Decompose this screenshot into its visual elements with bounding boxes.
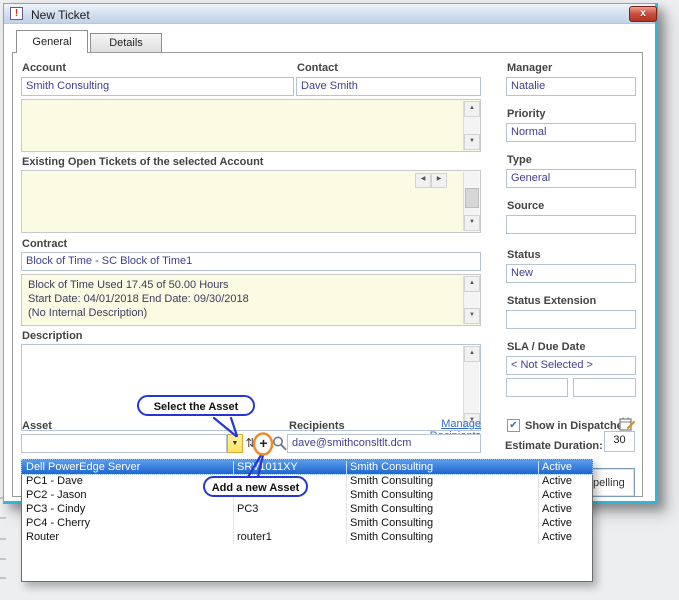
priority-label: Priority	[507, 108, 546, 120]
description-text	[22, 343, 34, 361]
contact-label: Contact	[297, 62, 338, 74]
asset-field[interactable]	[21, 434, 227, 453]
contract-field[interactable]: Block of Time - SC Block of Time1	[21, 252, 481, 271]
description-scrollbar[interactable]: ▲ ▼	[463, 346, 479, 429]
asset-name-cell: PC3 - Cindy	[22, 503, 232, 516]
asset-account-cell: Smith Consulting	[346, 475, 539, 488]
recipients-field[interactable]: dave@smithconsltlt.dcm	[287, 434, 481, 453]
tab-general[interactable]: General	[16, 30, 88, 53]
asset-status-cell: Active	[538, 517, 592, 530]
asset-dropdown-list[interactable]: Dell PowerEdge Server SRV1011XY Smith Co…	[21, 459, 593, 582]
add-asset-callout: Add a new Asset	[203, 476, 308, 497]
contract-info-box[interactable]: Block of Time Used 17.45 of 50.00 Hours …	[21, 274, 481, 326]
asset-status-cell: Active	[538, 475, 592, 488]
select-asset-callout: Select the Asset	[137, 395, 255, 416]
source-label: Source	[507, 200, 544, 212]
estimate-duration-field[interactable]: 30	[604, 431, 635, 452]
tab-details[interactable]: Details	[90, 33, 162, 53]
scroll-right-icon[interactable]: ▶	[431, 173, 447, 188]
asset-serial-cell	[233, 517, 347, 530]
type-field[interactable]: General	[506, 169, 636, 188]
status-field[interactable]: New	[506, 264, 636, 283]
estimate-duration-label: Estimate Duration:	[505, 440, 603, 452]
scroll-down-icon[interactable]: ▼	[464, 215, 480, 231]
asset-name-cell: PC4 - Cherry	[22, 517, 232, 530]
account-notes-text	[22, 98, 34, 116]
background-fragment-tick	[0, 517, 6, 519]
status-extension-field[interactable]	[506, 310, 636, 329]
asset-account-cell: Smith Consulting	[346, 461, 539, 474]
asset-label: Asset	[22, 420, 52, 432]
scroll-down-icon[interactable]: ▼	[464, 134, 480, 150]
scroll-down-icon[interactable]: ▼	[464, 308, 480, 324]
asset-name-cell: PC1 - Dave	[22, 475, 232, 488]
asset-status-cell: Active	[538, 461, 592, 474]
sla-time-field[interactable]	[573, 378, 636, 397]
scroll-up-icon[interactable]: ▲	[464, 276, 480, 292]
asset-account-cell: Smith Consulting	[346, 531, 539, 544]
asset-name-cell: PC2 - Jason	[22, 489, 232, 502]
status-label: Status	[507, 249, 541, 261]
scroll-left-icon[interactable]: ◀	[415, 173, 431, 188]
asset-account-cell: Smith Consulting	[346, 489, 539, 502]
scroll-up-icon[interactable]: ▲	[464, 346, 480, 362]
asset-sort-icon[interactable]: ⇅	[244, 436, 257, 452]
scrollbar-thumb[interactable]	[465, 188, 479, 208]
asset-account-cell: Smith Consulting	[346, 503, 539, 516]
priority-field[interactable]: Normal	[506, 123, 636, 142]
window-title: New Ticket	[31, 8, 90, 22]
account-notes-scrollbar[interactable]: ▲ ▼	[463, 101, 479, 150]
background-fragment-tick	[0, 538, 6, 540]
asset-status-cell: Active	[538, 489, 592, 502]
asset-status-cell: Active	[538, 503, 592, 516]
asset-serial-cell: router1	[233, 531, 347, 544]
asset-name-cell: Router	[22, 531, 232, 544]
account-field[interactable]: Smith Consulting	[21, 77, 294, 96]
sla-date-field[interactable]	[506, 378, 568, 397]
scroll-up-icon[interactable]: ▲	[464, 101, 480, 117]
asset-row-selected[interactable]: Dell PowerEdge Server SRV1011XY Smith Co…	[22, 460, 592, 474]
spelling-button-label: pelling	[593, 477, 625, 489]
description-label: Description	[22, 330, 83, 342]
recipients-label: Recipients	[289, 420, 345, 432]
close-button[interactable]: x	[629, 6, 657, 22]
type-label: Type	[507, 154, 532, 166]
open-tickets-list[interactable]: ◀ ▶ ▼	[21, 170, 481, 233]
asset-search-icon[interactable]	[272, 435, 288, 452]
asset-name-cell: Dell PowerEdge Server	[22, 461, 232, 474]
show-in-dispatcher-checkbox[interactable]: ✔	[507, 419, 520, 432]
open-tickets-scrollbar[interactable]: ▼	[463, 172, 479, 231]
manager-label: Manager	[507, 62, 552, 74]
background-fragment-tick	[0, 558, 6, 560]
contract-info-line1: Block of Time Used 17.45 of 50.00 Hours	[28, 278, 460, 292]
account-notes-box[interactable]: ▲ ▼	[21, 99, 481, 152]
add-asset-button[interactable]: +	[257, 435, 270, 452]
open-tickets-label: Existing Open Tickets of the selected Ac…	[22, 156, 263, 168]
contract-info-line3: (No Internal Description)	[28, 306, 460, 320]
screenshot-root: { "window": { "title": "New Ticket" }, "…	[0, 0, 679, 600]
asset-row[interactable]: Router router1 Smith Consulting Active	[22, 530, 592, 544]
asset-account-cell: Smith Consulting	[346, 517, 539, 530]
asset-serial-cell: PC3	[233, 503, 347, 516]
contract-info-scrollbar[interactable]: ▲ ▼	[463, 276, 479, 324]
sla-due-date-label: SLA / Due Date	[507, 341, 585, 353]
contract-label: Contract	[22, 238, 67, 250]
asset-serial-cell: SRV1011XY	[233, 461, 347, 474]
asset-status-cell: Active	[538, 531, 592, 544]
contact-field[interactable]: Dave Smith	[296, 77, 481, 96]
asset-row[interactable]: PC4 - Cherry Smith Consulting Active	[22, 516, 592, 530]
account-label: Account	[22, 62, 66, 74]
source-field[interactable]	[506, 215, 636, 234]
alert-exclamation-icon: !	[10, 7, 23, 20]
asset-row[interactable]: PC3 - Cindy PC3 Smith Consulting Active	[22, 502, 592, 516]
sla-field[interactable]: < Not Selected >	[506, 356, 636, 375]
status-extension-label: Status Extension	[507, 295, 596, 307]
open-tickets-text	[22, 169, 34, 187]
contract-info-line2: Start Date: 04/01/2018 End Date: 09/30/2…	[28, 292, 460, 306]
background-fragment-tick	[0, 577, 6, 579]
manager-field[interactable]: Natalie	[506, 77, 636, 96]
asset-dropdown-icon[interactable]: ▼	[227, 434, 243, 453]
title-bar	[4, 4, 655, 24]
